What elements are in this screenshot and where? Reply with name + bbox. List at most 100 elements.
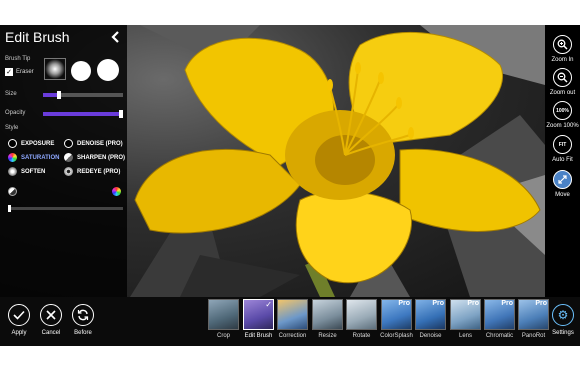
tool-thumbnail bbox=[312, 299, 343, 330]
tool-thumbnail: Pro bbox=[518, 299, 549, 330]
auto-fit-button[interactable]: FIT Auto Fit bbox=[545, 135, 580, 163]
tool-label: Resize bbox=[318, 333, 337, 339]
pro-badge: Pro bbox=[398, 300, 410, 307]
style-soften-label: SOFTEN bbox=[21, 168, 46, 175]
move-label: Move bbox=[555, 192, 570, 198]
tool-thumbnail: Pro bbox=[450, 299, 481, 330]
tool-thumbnail: Pro bbox=[415, 299, 446, 330]
tool-label: PanoRot bbox=[521, 333, 546, 339]
opacity-slider-fill bbox=[43, 112, 123, 116]
tool-thumbnail bbox=[208, 299, 239, 330]
collapse-chevron-icon[interactable] bbox=[109, 30, 121, 44]
zoom-in-button[interactable]: Zoom In bbox=[545, 35, 580, 63]
style-redeye-label: REDEYE (PRO) bbox=[77, 168, 121, 175]
apply-label: Apply bbox=[11, 330, 27, 336]
zoom-out-label: Zoom out bbox=[549, 90, 576, 96]
cancel-label: Cancel bbox=[41, 330, 61, 336]
tool-panorot[interactable]: Pro PanoRot bbox=[517, 299, 550, 339]
tool-thumbnail: Pro bbox=[381, 299, 412, 330]
brush-tip-medium[interactable] bbox=[71, 61, 91, 81]
strength-slider-thumb[interactable] bbox=[8, 205, 11, 212]
zoom-in-icon bbox=[553, 35, 572, 54]
tool-label: Denoise bbox=[419, 333, 442, 339]
before-button[interactable]: Before bbox=[68, 304, 98, 336]
style-sharpen-label: SHARPEN (PRO) bbox=[77, 154, 126, 161]
app-window: Edit Brush Brush Tip ✓ Eraser Size Opaci… bbox=[0, 25, 580, 346]
tool-rotate[interactable]: Rotate bbox=[345, 299, 378, 339]
tool-thumbnail bbox=[346, 299, 377, 330]
checkmark-icon bbox=[8, 304, 30, 326]
tool-correction[interactable]: Correction bbox=[276, 299, 309, 339]
black-white-icon[interactable] bbox=[8, 187, 17, 196]
color-wheel-icon[interactable] bbox=[112, 187, 121, 196]
tool-label: Rotate bbox=[352, 333, 371, 339]
tool-edit-brush[interactable]: ✓ Edit Brush bbox=[242, 299, 275, 339]
pro-badge: Pro bbox=[432, 300, 444, 307]
checkmark-icon: ✓ bbox=[5, 68, 13, 76]
tool-thumbnail bbox=[277, 299, 308, 330]
tool-denoise[interactable]: Pro Denoise bbox=[414, 299, 447, 339]
tool-label: ColorSplash bbox=[380, 333, 413, 339]
style-exposure-label: EXPOSURE bbox=[21, 140, 55, 147]
sharpen-icon bbox=[64, 153, 73, 162]
selected-check-icon: ✓ bbox=[265, 300, 272, 309]
move-button[interactable]: Move bbox=[545, 170, 580, 198]
eraser-label: Eraser bbox=[16, 69, 34, 75]
tool-label: Correction bbox=[278, 333, 307, 339]
move-icon bbox=[553, 170, 572, 189]
tool-thumbnail: ✓ bbox=[243, 299, 274, 330]
auto-fit-label: Auto Fit bbox=[552, 157, 573, 163]
tool-crop[interactable]: Crop bbox=[207, 299, 240, 339]
close-icon bbox=[40, 304, 62, 326]
size-slider-thumb[interactable] bbox=[57, 91, 61, 99]
brush-tip-label: Brush Tip bbox=[5, 56, 31, 62]
eraser-checkbox[interactable]: ✓ Eraser bbox=[5, 68, 34, 76]
pro-badge: Pro bbox=[535, 300, 547, 307]
settings-button[interactable]: ⚙ Settings bbox=[548, 304, 578, 336]
zoom-100-button[interactable]: 100% Zoom 100% bbox=[545, 101, 580, 129]
tool-resize[interactable]: Resize bbox=[311, 299, 344, 339]
brush-tip-soft[interactable] bbox=[44, 58, 66, 80]
zoom-out-button[interactable]: Zoom out bbox=[545, 68, 580, 96]
pro-badge: Pro bbox=[501, 300, 513, 307]
tool-thumbnail: Pro bbox=[484, 299, 515, 330]
apply-button[interactable]: Apply bbox=[4, 304, 34, 336]
tool-chromatic[interactable]: Pro Chromatic bbox=[483, 299, 516, 339]
tool-label: Lens bbox=[458, 333, 472, 339]
style-denoise[interactable]: DENOISE (PRO) bbox=[64, 139, 123, 148]
auto-fit-icon: FIT bbox=[553, 135, 572, 154]
opacity-slider-thumb[interactable] bbox=[119, 110, 123, 118]
style-label: Style bbox=[5, 125, 19, 131]
before-label: Before bbox=[74, 330, 92, 336]
redeye-icon bbox=[64, 167, 73, 176]
style-redeye[interactable]: REDEYE (PRO) bbox=[64, 167, 120, 176]
gear-icon: ⚙ bbox=[552, 304, 574, 326]
tool-label: Chromatic bbox=[485, 333, 514, 339]
style-saturation-label: SATURATION bbox=[21, 154, 60, 161]
tool-lens[interactable]: Pro Lens bbox=[449, 299, 482, 339]
radio-empty-icon bbox=[8, 139, 17, 148]
size-slider[interactable] bbox=[43, 91, 123, 99]
tool-colorsplash[interactable]: Pro ColorSplash bbox=[380, 299, 413, 339]
zoom-rail: Zoom In Zoom out 100% Zoom 100% FIT Auto… bbox=[545, 25, 580, 297]
style-denoise-label: DENOISE (PRO) bbox=[77, 140, 123, 147]
refresh-icon bbox=[72, 304, 94, 326]
opacity-slider[interactable] bbox=[43, 110, 123, 118]
soften-icon bbox=[8, 167, 17, 176]
style-exposure[interactable]: EXPOSURE bbox=[8, 139, 54, 148]
color-wheel-icon bbox=[8, 153, 17, 162]
style-saturation[interactable]: SATURATION bbox=[8, 153, 59, 162]
cancel-button[interactable]: Cancel bbox=[36, 304, 66, 336]
size-label: Size bbox=[5, 91, 17, 97]
zoom-out-icon bbox=[553, 68, 572, 87]
style-sharpen[interactable]: SHARPEN (PRO) bbox=[64, 153, 125, 162]
brush-tip-hard[interactable] bbox=[97, 59, 119, 81]
strength-slider[interactable] bbox=[8, 205, 123, 212]
tool-label: Crop bbox=[216, 333, 230, 339]
settings-label: Settings bbox=[552, 330, 574, 336]
edit-brush-panel: Edit Brush Brush Tip ✓ Eraser Size Opaci… bbox=[0, 25, 127, 297]
bottom-toolbar: Apply Cancel Before Crop ✓ Edit Brush Corre… bbox=[0, 297, 580, 346]
opacity-label: Opacity bbox=[5, 110, 26, 116]
radio-empty-icon bbox=[64, 139, 73, 148]
style-soften[interactable]: SOFTEN bbox=[8, 167, 45, 176]
